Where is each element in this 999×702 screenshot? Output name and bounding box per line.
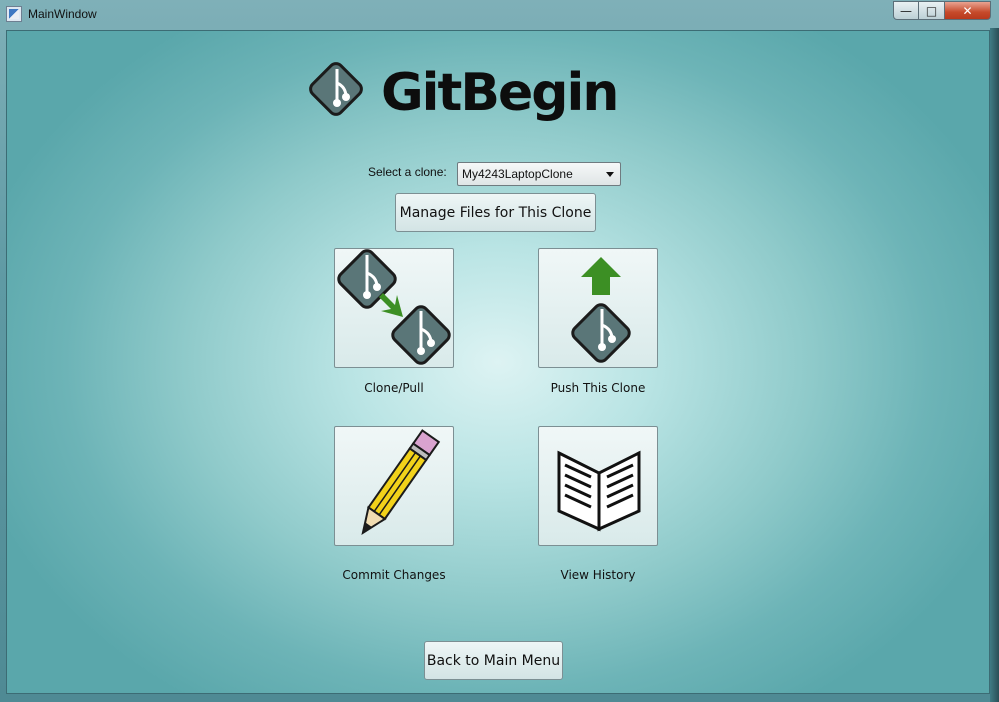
- open-book-icon: [557, 450, 641, 532]
- clone-select-label: Select a clone:: [368, 165, 447, 179]
- title-bar[interactable]: MainWindow — □ ✕: [0, 0, 999, 28]
- git-branch-diamond-icon: [309, 62, 363, 116]
- app-logo-title: GitBegin: [381, 63, 619, 123]
- app-icon[interactable]: [6, 6, 22, 22]
- clone-select-value: My4243LaptopClone: [462, 167, 573, 181]
- push-clone-label: Push This Clone: [550, 381, 646, 395]
- view-history-label: View History: [560, 568, 636, 582]
- chevron-down-icon: [606, 172, 614, 177]
- close-button[interactable]: ✕: [945, 1, 991, 20]
- push-clone-button[interactable]: [538, 248, 658, 368]
- client-area: [6, 30, 990, 694]
- window-title: MainWindow: [28, 7, 97, 21]
- manage-files-button[interactable]: Manage Files for This Clone: [395, 193, 596, 232]
- view-history-button[interactable]: [538, 426, 658, 546]
- maximize-button[interactable]: □: [919, 1, 945, 20]
- clone-pull-icon: [337, 249, 451, 365]
- commit-changes-button[interactable]: [334, 426, 454, 546]
- window-edge: [990, 28, 999, 702]
- commit-changes-label: Commit Changes: [342, 568, 446, 582]
- clone-select[interactable]: My4243LaptopClone: [457, 162, 621, 186]
- back-to-main-menu-button[interactable]: Back to Main Menu: [424, 641, 563, 680]
- clone-pull-label: Clone/Pull: [364, 381, 424, 395]
- push-icon: [571, 257, 631, 363]
- pencil-icon: [361, 429, 441, 536]
- minimize-button[interactable]: —: [893, 1, 919, 20]
- caption-buttons: — □ ✕: [893, 1, 991, 20]
- clone-pull-button[interactable]: [334, 248, 454, 368]
